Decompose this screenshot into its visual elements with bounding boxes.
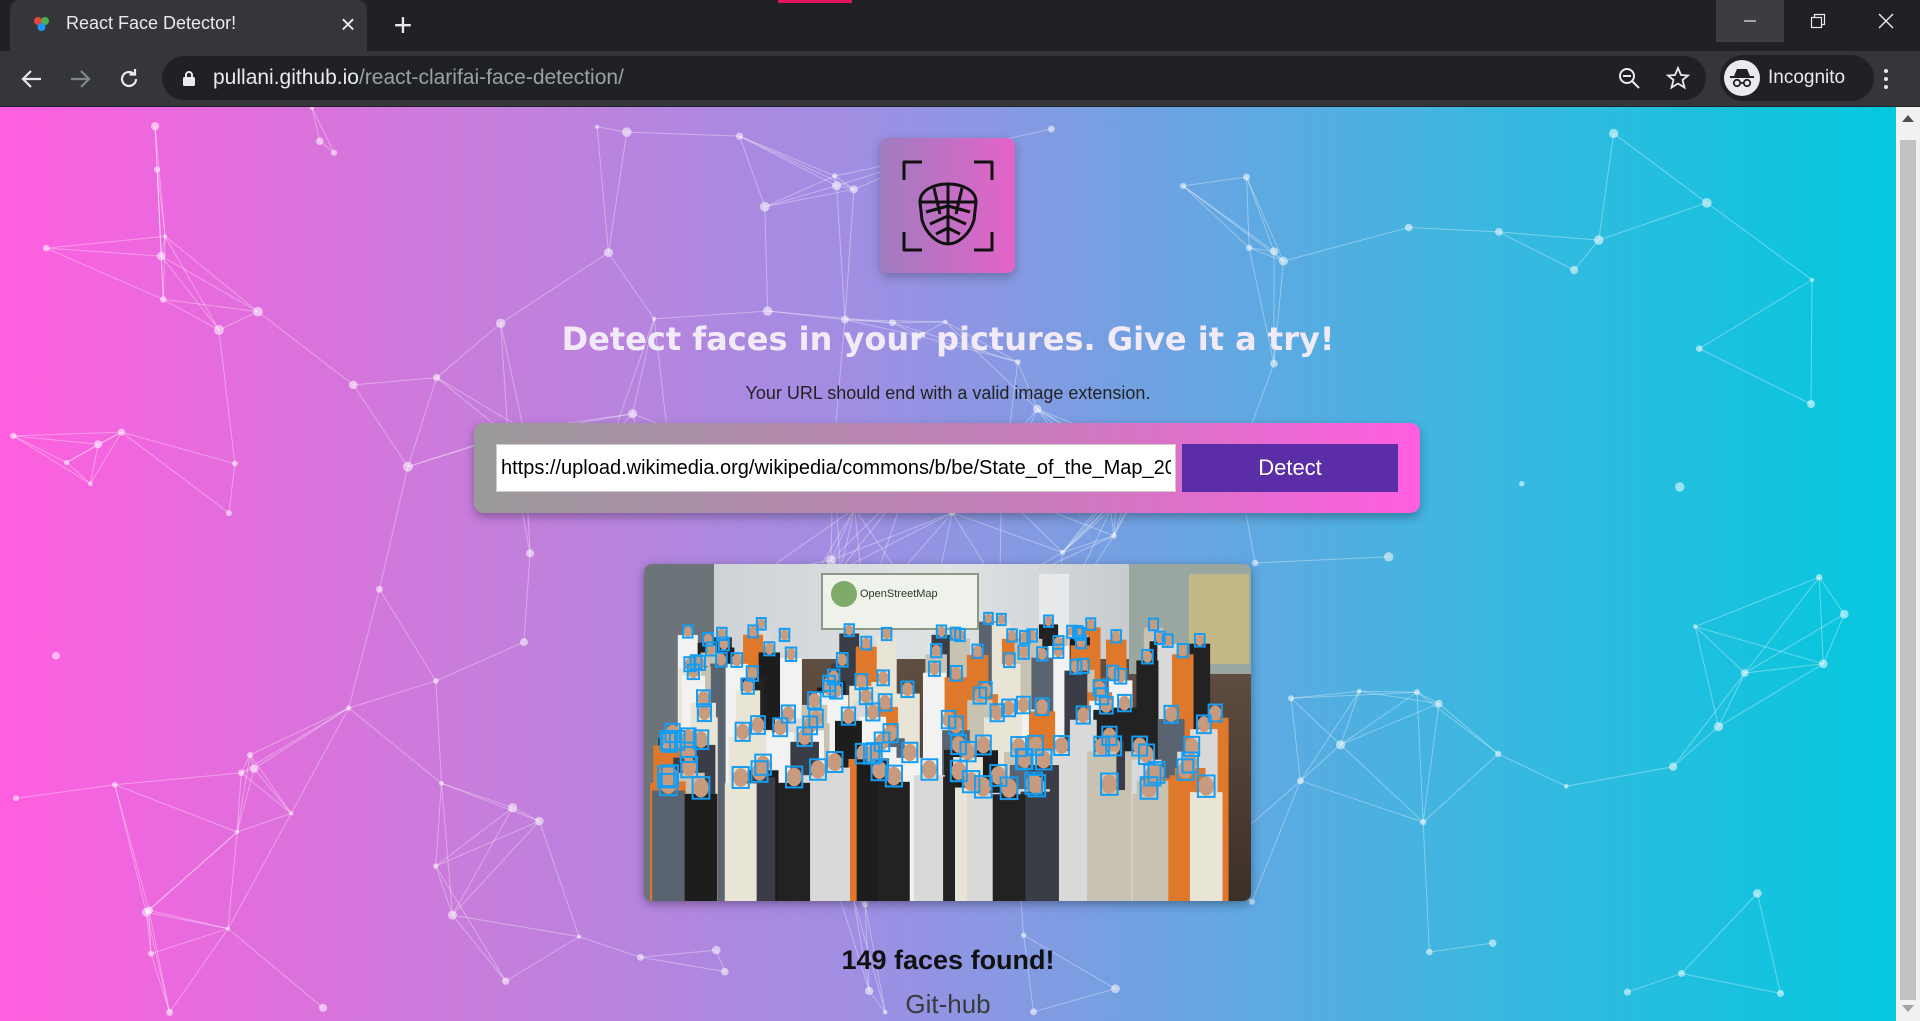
lock-icon <box>183 71 195 86</box>
incognito-icon <box>1724 60 1760 96</box>
tab-title: React Face Detector! <box>66 13 237 33</box>
group-photo-image: OpenStreetMap <box>644 564 1251 901</box>
new-tab-icon[interactable]: + <box>388 9 418 41</box>
page-headline: Detect faces in your pictures. Give it a… <box>561 320 1335 358</box>
react-favicon-icon <box>34 17 49 31</box>
browser-tabstrip: React Face Detector! × + <box>0 0 1920 51</box>
detect-button[interactable]: Detect <box>1182 444 1398 492</box>
face-detector-logo <box>880 138 1015 273</box>
scroll-thumb[interactable] <box>1900 140 1916 1000</box>
browser-tab[interactable]: React Face Detector! × <box>10 0 367 51</box>
back-icon[interactable] <box>16 63 48 95</box>
close-window-button[interactable] <box>1852 0 1920 42</box>
page-subtitle: Your URL should end with a valid image e… <box>745 383 1151 403</box>
scroll-down-arrow-icon[interactable] <box>1902 1005 1914 1012</box>
image-url-form: Detect <box>474 423 1420 513</box>
github-link[interactable]: Git-hub <box>0 989 1896 1020</box>
detected-photo: OpenStreetMap <box>644 564 1251 901</box>
tab-close-icon[interactable]: × <box>335 11 361 37</box>
bookmark-star-icon[interactable] <box>1666 66 1690 90</box>
forward-icon[interactable] <box>64 63 96 95</box>
minimize-button[interactable] <box>1716 0 1784 42</box>
url-path: /react-clarifai-face-detection/ <box>358 66 624 89</box>
page-viewport: Detect faces in your pictures. Give it a… <box>0 107 1896 1021</box>
scroll-up-arrow-icon[interactable] <box>1902 115 1914 122</box>
faces-found-count: 149 faces found! <box>841 945 1055 975</box>
browser-toolbar: pullani.github.io/react-clarifai-face-de… <box>0 51 1920 107</box>
reload-icon[interactable] <box>113 63 145 95</box>
page-scrollbar[interactable] <box>1896 107 1920 1021</box>
more-menu-icon[interactable] <box>1874 63 1898 95</box>
address-bar[interactable]: pullani.github.io/react-clarifai-face-de… <box>162 56 1706 100</box>
url-text: pullani.github.io/react-clarifai-face-de… <box>213 66 624 90</box>
face-scan-icon <box>902 160 993 251</box>
incognito-profile-button[interactable]: Incognito <box>1720 55 1874 101</box>
image-url-input[interactable] <box>496 444 1176 492</box>
zoom-icon[interactable] <box>1618 67 1640 89</box>
profile-label: Incognito <box>1768 67 1846 88</box>
url-host: pullani.github.io <box>213 66 359 89</box>
accent-bar <box>778 0 852 3</box>
restore-button[interactable] <box>1784 0 1852 42</box>
photo-banner-text: OpenStreetMap <box>860 588 938 600</box>
